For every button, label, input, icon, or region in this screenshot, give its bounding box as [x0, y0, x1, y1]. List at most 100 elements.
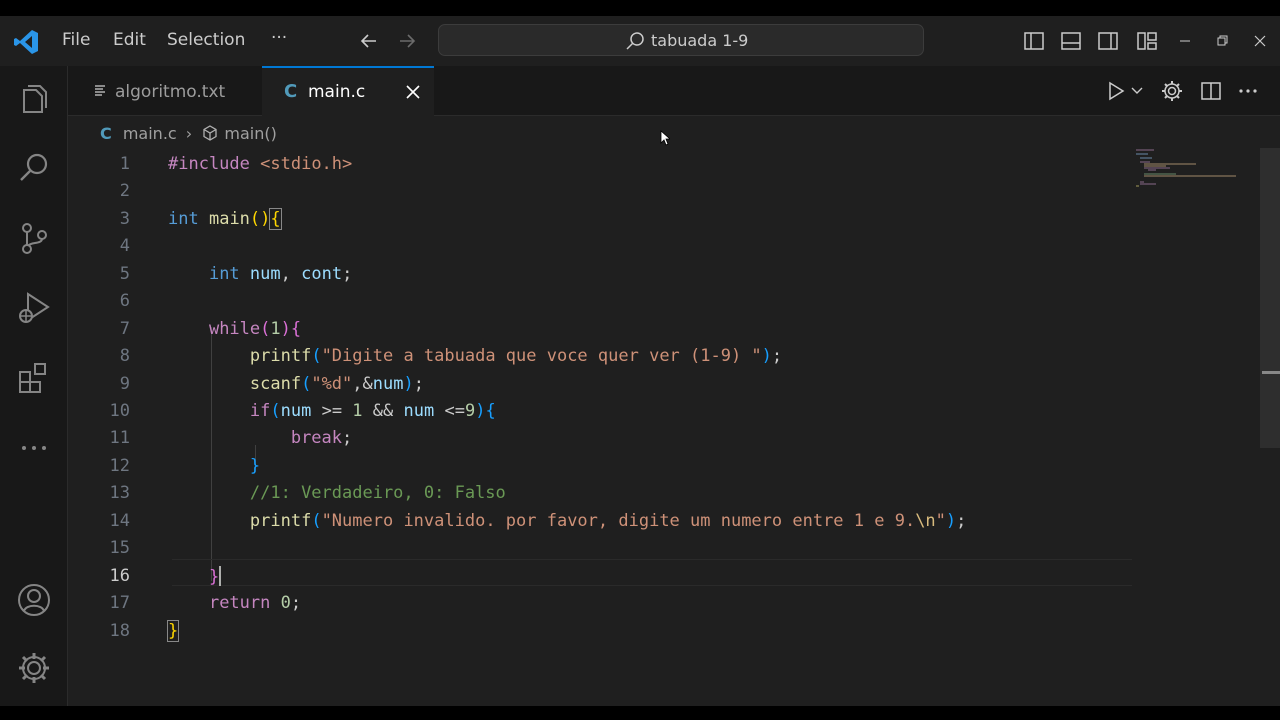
chevron-right-icon: › [185, 124, 193, 143]
tab-algoritmo-txt[interactable]: algoritmo.txt [78, 66, 263, 116]
run-and-debug-icon[interactable] [16, 290, 52, 326]
run-icon[interactable] [1106, 81, 1126, 101]
vscode-window: File Edit Selection ··· tabuada 1-9 algo… [0, 16, 1280, 706]
code-text: break; [290, 428, 353, 448]
line-number: 4 [119, 236, 130, 256]
code-line: 15 [68, 534, 1138, 561]
line-number: 17 [109, 593, 130, 613]
code-line: 3 int main(){ [68, 205, 1138, 232]
search-text: tabuada 1-9 [651, 31, 749, 50]
minimap[interactable] [1136, 148, 1246, 198]
menu-selection[interactable]: Selection [167, 30, 245, 50]
vertical-scrollbar[interactable] [1260, 148, 1280, 448]
manage-gear-icon[interactable] [16, 650, 52, 686]
title-bar: File Edit Selection ··· tabuada 1-9 [0, 16, 1280, 66]
settings-gear-icon[interactable] [1161, 80, 1183, 102]
code-line: 4 [68, 232, 1138, 259]
line-number: 2 [119, 181, 130, 201]
code-line: 16 } [68, 562, 1138, 589]
code-text: #include <stdio.h> [168, 154, 353, 174]
code-text: int main(){ [168, 208, 282, 230]
explorer-icon[interactable] [16, 82, 52, 118]
close-tab-icon[interactable] [406, 85, 420, 99]
menu-file[interactable]: File [62, 30, 90, 50]
code-text: } [208, 566, 222, 587]
code-text: } [249, 456, 261, 476]
line-number: 15 [109, 538, 130, 558]
line-number: 3 [119, 209, 130, 229]
customize-layout-icon[interactable] [1136, 30, 1158, 52]
code-editor[interactable]: 1 #include <stdio.h> 2 3 int main(){ 4 5… [68, 142, 1280, 706]
code-text: } [166, 620, 180, 642]
tab-label: algoritmo.txt [115, 82, 226, 102]
code-text: int num, cont; [208, 264, 353, 284]
menu-edit[interactable]: Edit [113, 30, 146, 50]
line-number: 6 [119, 291, 130, 311]
accounts-icon[interactable] [16, 582, 52, 618]
text-file-icon [95, 85, 105, 96]
toggle-secondary-sidebar-icon[interactable] [1097, 30, 1119, 52]
split-editor-icon[interactable] [1200, 80, 1222, 102]
code-line: 8 printf("Digite a tabuada que voce quer… [68, 342, 1138, 369]
line-number: 14 [109, 511, 130, 531]
source-control-icon[interactable] [16, 220, 52, 256]
menu-more[interactable]: ··· [271, 28, 287, 48]
scrollbar-cursor-marker [1262, 371, 1280, 374]
code-text: printf("Numero invalido. por favor, digi… [249, 511, 967, 531]
code-line: 1 #include <stdio.h> [68, 150, 1138, 177]
breadcrumb-symbol[interactable]: main() [224, 124, 276, 143]
code-line: 6 [68, 287, 1138, 314]
code-text: return 0; [208, 593, 302, 613]
text-cursor [219, 566, 222, 586]
vscode-logo-icon [14, 30, 38, 54]
code-line: 14 printf("Numero invalido. por favor, d… [68, 507, 1138, 534]
more-views-icon[interactable] [16, 430, 52, 466]
c-file-icon: C [100, 124, 112, 143]
activity-bar [0, 66, 68, 706]
line-number: 16 [109, 566, 130, 586]
code-line: 7 while(1){ [68, 315, 1138, 342]
line-number: 9 [119, 374, 130, 394]
chevron-down-icon[interactable] [1131, 86, 1143, 96]
line-number: 13 [109, 483, 130, 503]
more-actions-icon[interactable] [1237, 80, 1259, 102]
extensions-icon[interactable] [16, 360, 52, 396]
code-line: 11 break; [68, 424, 1138, 451]
code-line: 18 } [68, 617, 1138, 644]
line-number: 10 [109, 401, 130, 421]
command-center-search[interactable]: tabuada 1-9 [438, 24, 924, 56]
code-line: 12 } [68, 452, 1138, 479]
close-window-icon[interactable] [1253, 34, 1267, 48]
breadcrumb-file[interactable]: main.c [123, 124, 177, 143]
search-icon [626, 32, 644, 50]
toggle-panel-icon[interactable] [1060, 30, 1082, 52]
arrow-right-icon[interactable] [396, 30, 418, 52]
code-line: 9 scanf("%d",&num); [68, 370, 1138, 397]
minimize-icon[interactable] [1178, 34, 1192, 48]
code-line: 5 int num, cont; [68, 260, 1138, 287]
tab-label: main.c [308, 82, 366, 102]
toggle-primary-sidebar-icon[interactable] [1023, 30, 1045, 52]
code-text: while(1){ [208, 319, 302, 339]
arrow-left-icon[interactable] [358, 30, 380, 52]
code-line: 13 //1: Verdadeiro, 0: Falso [68, 479, 1138, 506]
breadcrumb: C main.c › main() [100, 124, 277, 143]
search-sidebar-icon[interactable] [16, 150, 52, 186]
code-text: printf("Digite a tabuada que voce quer v… [249, 346, 783, 366]
code-line: 17 return 0; [68, 589, 1138, 616]
code-line: 10 if(num >= 1 && num <=9){ [68, 397, 1138, 424]
line-number: 1 [119, 154, 130, 174]
line-number: 5 [119, 264, 130, 284]
c-file-icon: C [284, 81, 298, 102]
editor-tab-bar: algoritmo.txt C main.c [68, 66, 1280, 116]
code-text: scanf("%d",&num); [249, 374, 424, 394]
line-number: 12 [109, 456, 130, 476]
line-number: 7 [119, 319, 130, 339]
line-number: 18 [109, 621, 130, 641]
restore-icon[interactable] [1215, 34, 1229, 48]
tab-main-c[interactable]: C main.c [262, 66, 434, 116]
code-text: //1: Verdadeiro, 0: Falso [249, 483, 506, 503]
line-number: 11 [109, 428, 130, 448]
code-line: 2 [68, 177, 1138, 204]
line-number: 8 [119, 346, 130, 366]
